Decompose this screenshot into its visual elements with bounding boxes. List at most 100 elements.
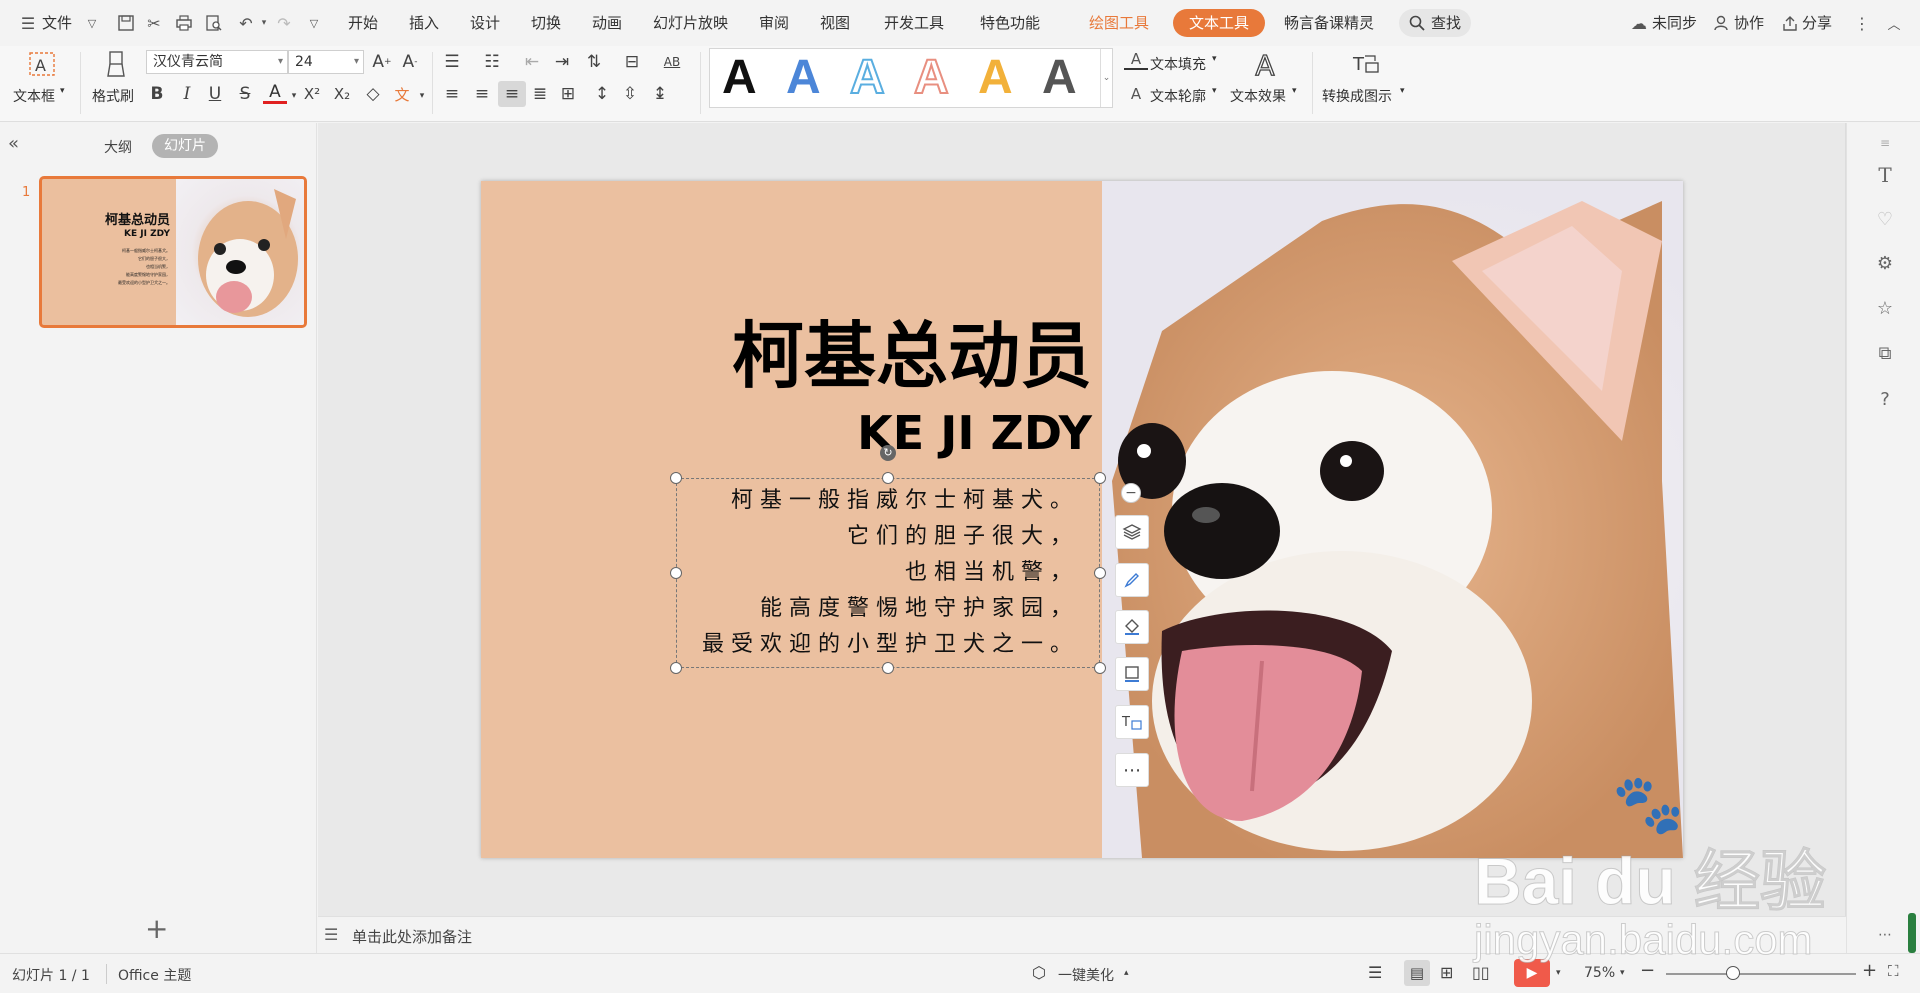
increase-font-icon[interactable]: A +: [370, 50, 394, 74]
paragraph-spacing-icon[interactable]: ⇳: [618, 82, 642, 106]
tab-outline[interactable]: 大纲: [104, 137, 132, 157]
slide-transition-icon[interactable]: ⧉: [1873, 341, 1897, 365]
align-right-icon[interactable]: ≡: [498, 81, 526, 107]
textbox-button[interactable]: A 文本框 ▾: [12, 48, 70, 114]
share-label[interactable]: 分享: [1802, 12, 1832, 34]
slide-sorter-icon[interactable]: ⊞: [1440, 963, 1453, 982]
chevron-down-icon[interactable]: ▾: [1212, 86, 1217, 96]
resize-handle[interactable]: [882, 472, 894, 484]
resize-handle[interactable]: [1094, 472, 1106, 484]
chevron-down-icon[interactable]: ▽: [80, 11, 104, 35]
layers-icon[interactable]: [1115, 515, 1149, 549]
print-icon[interactable]: [172, 11, 196, 35]
format-painter-icon[interactable]: ✂: [142, 11, 166, 35]
decrease-font-icon[interactable]: A-: [398, 50, 422, 74]
style-black-a[interactable]: A: [722, 53, 757, 103]
collaborate-icon[interactable]: [1710, 11, 1734, 35]
pen-icon[interactable]: [1115, 563, 1149, 597]
convert-diagram-button[interactable]: 转换成图示: [1322, 86, 1392, 106]
text-style-gallery[interactable]: A A A A A A ⌄: [709, 48, 1113, 108]
font-size-select[interactable]: 24 ▾: [288, 50, 364, 74]
line-spacing-menu-icon[interactable]: ↨: [648, 82, 672, 106]
cube-icon[interactable]: ⬡: [1032, 963, 1046, 982]
italic-icon[interactable]: I: [175, 82, 199, 106]
clear-format-icon[interactable]: ◇: [361, 82, 385, 106]
drag-handle-icon[interactable]: ≡: [1873, 131, 1897, 155]
theme-name[interactable]: Office 主题: [118, 965, 191, 985]
zoom-in-icon[interactable]: +: [1862, 960, 1877, 981]
selected-text-box[interactable]: 柯基一般指威尔士柯基犬。 它们的胆子很大， 也相当机警， 能高度警惕地守护家园，…: [676, 478, 1100, 668]
align-text-icon[interactable]: ⊟: [620, 50, 644, 74]
body-line[interactable]: 最受欢迎的小型护卫犬之一。: [702, 627, 1079, 663]
increase-indent-icon[interactable]: ⇥: [550, 50, 574, 74]
slide-thumbnail[interactable]: 柯基总动员 KE JI ZDY 柯基一般指威尔士柯基犬。 它们的胆子很大， 也相…: [39, 176, 307, 328]
fit-window-icon[interactable]: ⛶: [1888, 962, 1899, 980]
resize-handle[interactable]: [670, 472, 682, 484]
hamburger-menu-icon[interactable]: ☰: [16, 11, 40, 35]
format-painter-button[interactable]: 格式刷: [88, 48, 144, 114]
text-style-icon[interactable]: T: [1873, 163, 1897, 187]
slide[interactable]: 柯基总动员 KE JI ZDY 柯基一般指威尔士柯基犬。 它们的胆子很大， 也相…: [481, 181, 1683, 858]
bold-icon[interactable]: B: [145, 82, 169, 106]
zoom-slider[interactable]: [1666, 966, 1856, 980]
align-left-icon[interactable]: ≡: [440, 82, 464, 106]
customize-toolbar-icon[interactable]: ▽: [302, 11, 326, 35]
resize-handle[interactable]: [670, 567, 682, 579]
resize-handle[interactable]: [670, 662, 682, 674]
font-family-select[interactable]: 汉仪青云简 ▾: [146, 50, 288, 74]
fill-bucket-icon[interactable]: [1115, 610, 1149, 644]
style-gold-a[interactable]: A: [978, 53, 1013, 103]
reading-view-icon[interactable]: ▯▯: [1472, 963, 1490, 982]
subscript-icon[interactable]: X₂: [330, 82, 354, 106]
normal-view-icon[interactable]: ▤: [1404, 960, 1430, 986]
outline-icon[interactable]: [1115, 657, 1149, 691]
align-center-icon[interactable]: ≡: [470, 82, 494, 106]
zoom-slider-thumb[interactable]: [1725, 966, 1740, 980]
help-icon[interactable]: ?: [1873, 387, 1897, 411]
lightbulb-icon[interactable]: ♡: [1873, 207, 1897, 231]
resize-handle[interactable]: [1094, 567, 1106, 579]
text-outline-icon[interactable]: A: [1124, 82, 1148, 106]
search-button[interactable]: 查找: [1399, 9, 1472, 37]
collapse-panel-icon[interactable]: «: [8, 133, 19, 154]
sync-status[interactable]: 未同步: [1652, 12, 1697, 34]
share-icon[interactable]: [1778, 11, 1802, 35]
text-fill-icon[interactable]: A: [1124, 50, 1148, 70]
rotate-handle-icon[interactable]: ↻: [880, 445, 896, 461]
text-direction-icon[interactable]: ⇅: [582, 50, 606, 74]
tab-special[interactable]: 特色功能: [980, 12, 1040, 34]
print-preview-icon[interactable]: [202, 11, 226, 35]
strikethrough-icon[interactable]: S: [233, 82, 257, 106]
tab-changyan[interactable]: 畅言备课精灵: [1284, 12, 1374, 34]
collapse-ribbon-icon[interactable]: ︿: [1882, 11, 1906, 35]
justify-icon[interactable]: ≣: [528, 82, 552, 106]
decrease-indent-icon[interactable]: ⇤: [520, 50, 544, 74]
tab-design[interactable]: 设计: [470, 12, 500, 34]
resize-handle[interactable]: [882, 662, 894, 674]
save-icon[interactable]: [114, 11, 138, 35]
notes-pane[interactable]: ☰ 单击此处添加备注: [318, 916, 1846, 953]
bullet-list-icon[interactable]: ☰: [440, 50, 464, 74]
convert-diagram-icon[interactable]: T: [1350, 48, 1384, 82]
underline-icon[interactable]: U: [203, 82, 227, 106]
resize-handle[interactable]: [1094, 662, 1106, 674]
redo-icon[interactable]: ↷: [272, 11, 296, 35]
file-menu[interactable]: 文件: [42, 12, 72, 34]
text-outline-button[interactable]: 文本轮廓: [1150, 86, 1206, 106]
gallery-expand-icon[interactable]: ⌄: [1100, 49, 1112, 107]
body-line[interactable]: 它们的胆子很大，: [702, 519, 1079, 555]
style-outline-red-a[interactable]: A: [913, 52, 950, 104]
notes-toggle-icon[interactable]: ☰: [1368, 963, 1382, 982]
beautify-button[interactable]: 一键美化: [1058, 965, 1114, 985]
cloud-sync-icon[interactable]: ☁: [1627, 11, 1651, 35]
more-options-icon[interactable]: ⋯: [1115, 753, 1149, 787]
notes-placeholder[interactable]: 单击此处添加备注: [352, 926, 472, 947]
body-line[interactable]: 也相当机警，: [702, 555, 1079, 591]
body-line[interactable]: 柯基一般指威尔士柯基犬。: [702, 483, 1079, 519]
more-vertical-icon[interactable]: ⋮: [1850, 11, 1874, 35]
zoom-out-icon[interactable]: −: [1640, 960, 1655, 981]
tab-insert[interactable]: 插入: [409, 12, 439, 34]
animation-star-icon[interactable]: ☆: [1873, 296, 1897, 320]
chevron-down-icon[interactable]: ▾: [1292, 86, 1297, 96]
tab-review[interactable]: 审阅: [759, 12, 789, 34]
